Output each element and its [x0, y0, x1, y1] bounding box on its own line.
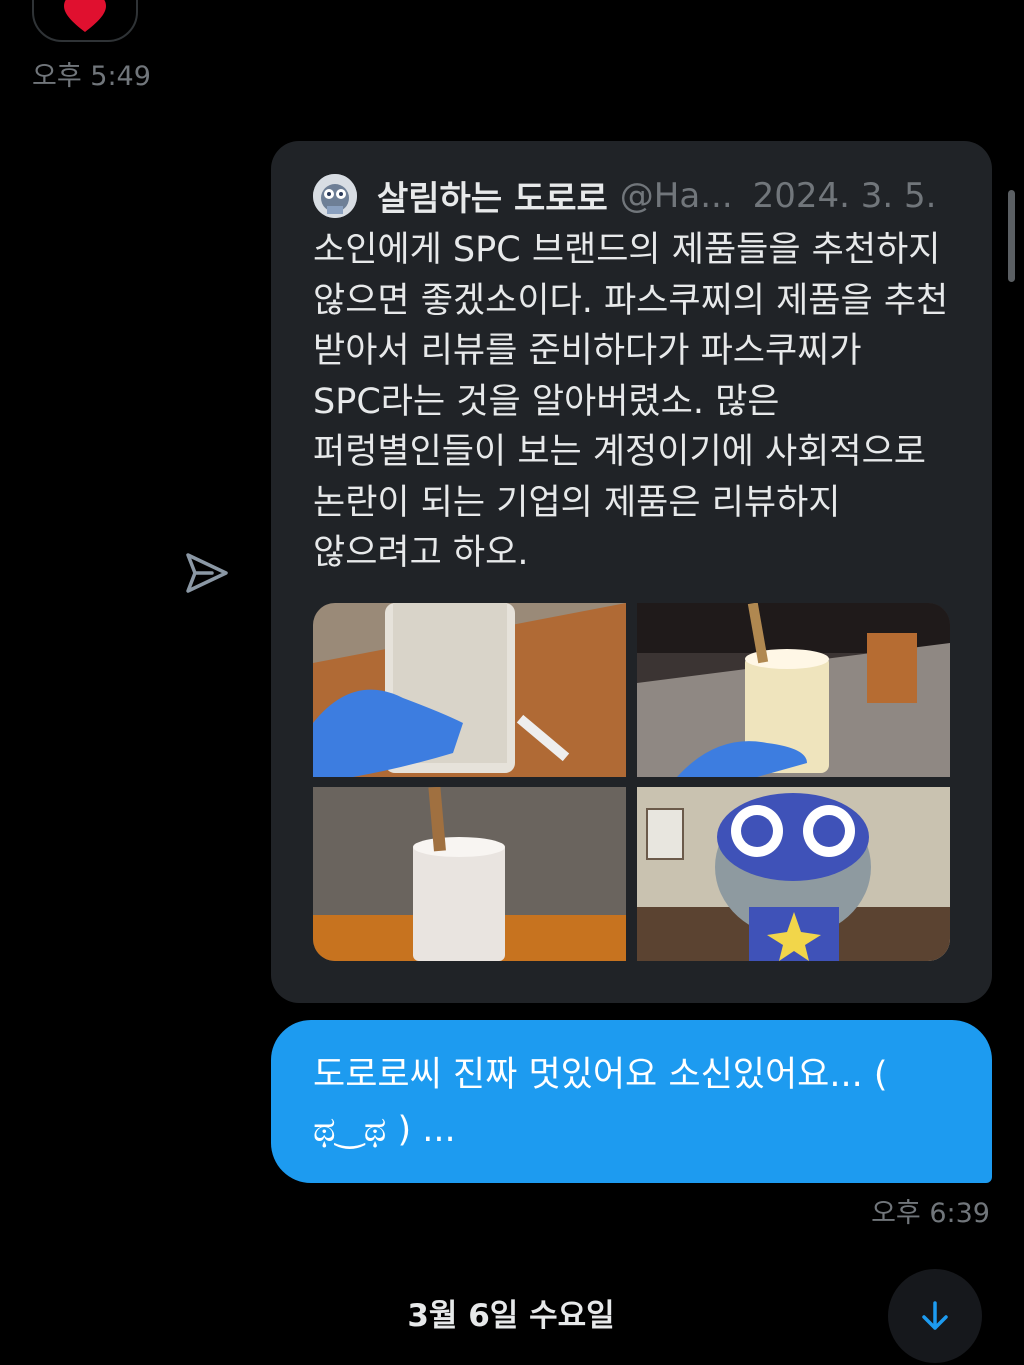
scroll-to-bottom-button[interactable] [888, 1269, 982, 1363]
media-photo-drink-1[interactable] [313, 603, 626, 777]
message-timestamp: 오후 5:49 [32, 61, 151, 92]
dm-conversation: 오후 5:49 살림하는 도로로 @Ha... 2024. 3. 5. 소인에게… [0, 0, 1024, 1365]
author-handle: @Ha... [619, 175, 733, 216]
quoted-tweet-card[interactable]: 살림하는 도로로 @Ha... 2024. 3. 5. 소인에게 SPC 브랜드… [271, 141, 992, 1003]
author-name: 살림하는 도로로 [377, 179, 608, 219]
scrollbar[interactable] [1008, 190, 1015, 282]
tweet-date: 2024. 3. 5. [752, 175, 937, 216]
date-separator-label: 3월 6일 수요일 [407, 1298, 615, 1334]
media-anime-character[interactable] [637, 787, 950, 961]
media-photo-drink-2[interactable] [637, 603, 950, 777]
share-icon[interactable] [182, 549, 230, 597]
date-separator: 3월 6일 수요일 [0, 1290, 1024, 1335]
tweet-text: 소인에게 SPC 브랜드의 제품들을 추천하지 않으면 좋겠소이다. 파스쿠찌의… [313, 230, 949, 573]
sent-message-timestamp: 오후 6:39 [871, 1198, 990, 1229]
arrow-down-icon [922, 1301, 948, 1330]
sent-message-bubble[interactable]: 도로로씨 진짜 멋있어요 소신있어요... ( ಥ‿ಥ ) ... [271, 1020, 992, 1183]
heart-icon [64, 0, 106, 32]
media-photo-drink-3[interactable] [313, 787, 626, 961]
avatar[interactable] [313, 173, 357, 218]
tweet-header: 살림하는 도로로 @Ha... 2024. 3. 5. [313, 171, 936, 220]
sent-message-text: 도로로씨 진짜 멋있어요 소신있어요... ( ಥ‿ಥ ) ... [313, 1055, 888, 1150]
media-grid [313, 603, 950, 961]
